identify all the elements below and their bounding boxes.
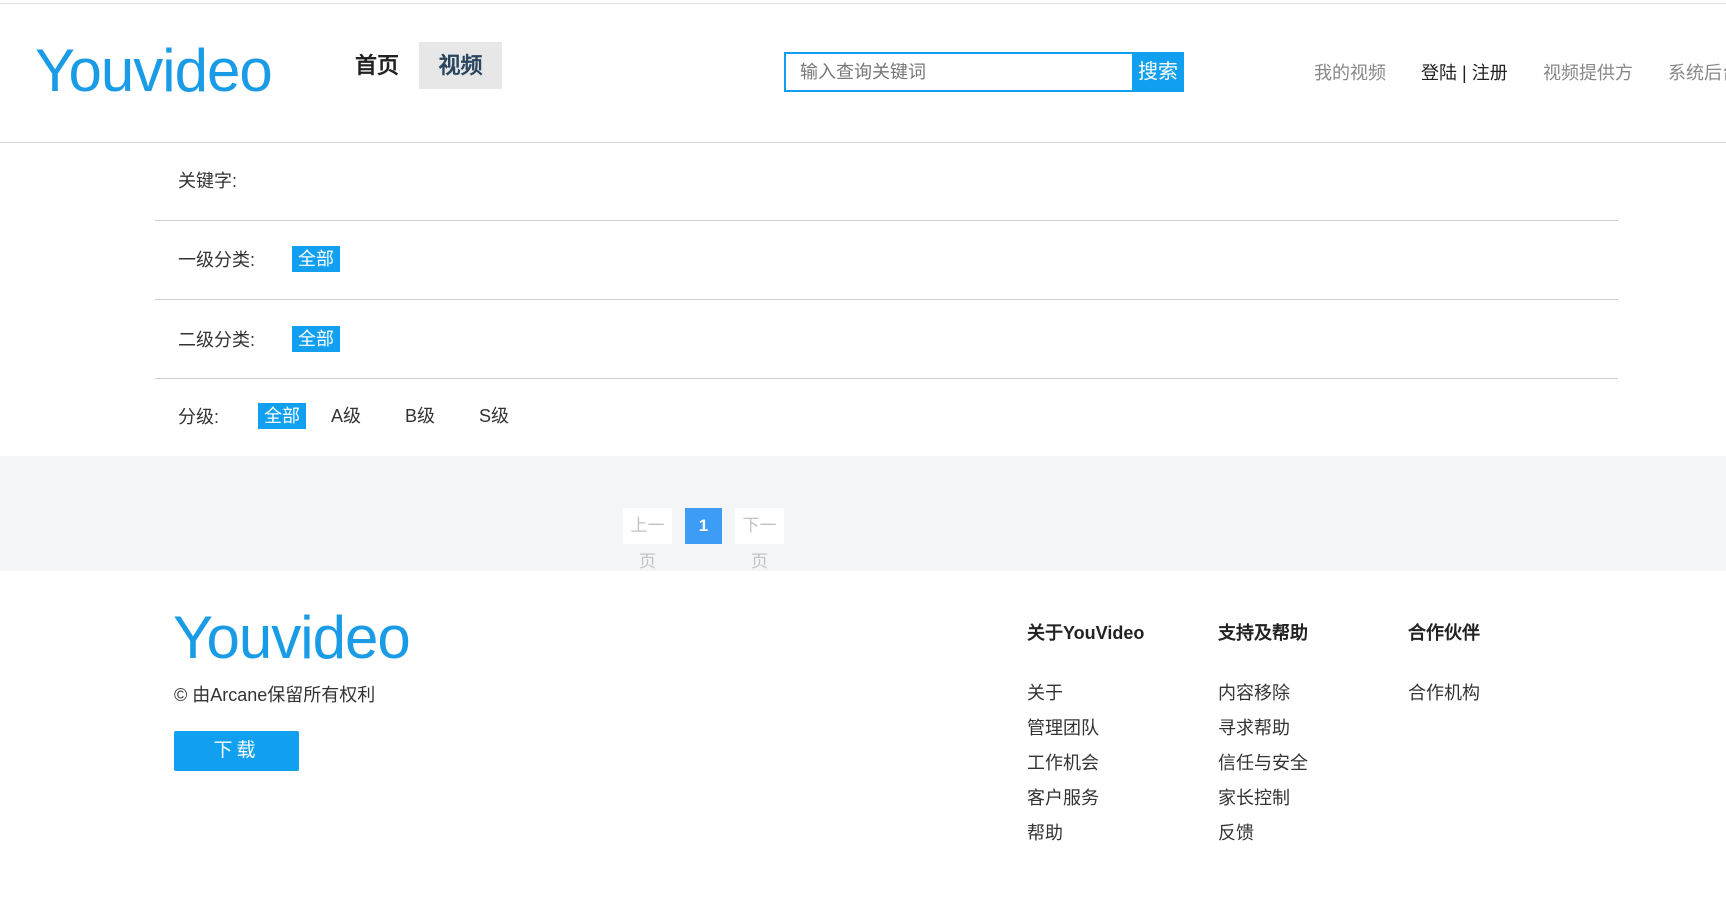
filter-panel: 关键字: 一级分类: 全部 二级分类: 全部 分级: 全部 A级 B级 S级 <box>155 142 1618 461</box>
admin-link[interactable]: 系统后台 <box>1668 62 1726 84</box>
copyright-text: © 由Arcane保留所有权利 <box>174 685 376 705</box>
download-button[interactable]: 下载 <box>174 731 299 771</box>
keyword-label: 关键字: <box>178 171 238 191</box>
footer-logo[interactable]: Youvideo <box>173 603 411 673</box>
site-header: Youvideo 首页 视频 搜索 我的视频 登陆 | 注册 视频提供方 系统后… <box>0 4 1726 143</box>
level1-label: 一级分类: <box>178 250 256 270</box>
auth-links: 登陆 | 注册 <box>1421 62 1508 84</box>
results-area <box>0 456 1726 571</box>
footer-column-support: 支持及帮助 内容移除 寻求帮助 信任与安全 家长控制 反馈 <box>1218 621 1308 851</box>
register-link[interactable]: 注册 <box>1472 63 1508 83</box>
search-bar: 搜索 <box>784 52 1184 92</box>
filter-row-level2: 二级分类: 全部 <box>155 300 1618 379</box>
search-button[interactable]: 搜索 <box>1132 52 1184 92</box>
page-number-current[interactable]: 1 <box>685 508 722 544</box>
nav-home[interactable]: 首页 <box>355 51 399 81</box>
login-link[interactable]: 登陆 <box>1421 63 1457 83</box>
next-page-button[interactable]: 下一页 <box>735 508 784 571</box>
footer-column-partners: 合作伙伴 合作机构 <box>1408 621 1480 711</box>
prev-page-button[interactable]: 上一页 <box>623 508 672 571</box>
footer-column-title: 关于YouVideo <box>1027 623 1145 643</box>
grade-option-b[interactable]: B级 <box>399 403 441 429</box>
level2-label: 二级分类: <box>178 330 256 350</box>
footer-link-jobs[interactable]: 工作机会 <box>1027 746 1144 781</box>
search-input[interactable] <box>786 54 1132 90</box>
auth-separator: | <box>1462 63 1467 83</box>
grade-option-a[interactable]: A级 <box>325 403 367 429</box>
footer-column-about: 关于YouVideo 关于 管理团队 工作机会 客户服务 帮助 <box>1027 621 1144 851</box>
footer-link-about[interactable]: 关于 <box>1027 676 1144 711</box>
grade-label: 分级: <box>178 407 220 427</box>
site-logo[interactable]: Youvideo <box>35 36 273 106</box>
level1-option-all[interactable]: 全部 <box>292 246 340 272</box>
footer-link-team[interactable]: 管理团队 <box>1027 711 1144 746</box>
my-video-link[interactable]: 我的视频 <box>1314 62 1386 84</box>
footer-column-title: 合作伙伴 <box>1408 623 1480 643</box>
level2-option-all[interactable]: 全部 <box>292 326 340 352</box>
footer-link-customer-service[interactable]: 客户服务 <box>1027 781 1144 816</box>
footer-link-feedback[interactable]: 反馈 <box>1218 816 1308 851</box>
grade-option-all[interactable]: 全部 <box>258 403 306 429</box>
footer-link-parental-control[interactable]: 家长控制 <box>1218 781 1308 816</box>
footer-column-title: 支持及帮助 <box>1218 623 1308 643</box>
filter-row-level1: 一级分类: 全部 <box>155 221 1618 300</box>
grade-option-s[interactable]: S级 <box>473 403 515 429</box>
provider-link[interactable]: 视频提供方 <box>1543 62 1633 84</box>
footer-link-trust-safety[interactable]: 信任与安全 <box>1218 746 1308 781</box>
filter-row-grade: 分级: 全部 A级 B级 S级 <box>155 379 1618 461</box>
footer-link-partner-orgs[interactable]: 合作机构 <box>1408 676 1480 711</box>
footer-link-help[interactable]: 帮助 <box>1027 816 1144 851</box>
footer-link-get-help[interactable]: 寻求帮助 <box>1218 711 1308 746</box>
footer-link-content-removal[interactable]: 内容移除 <box>1218 676 1308 711</box>
nav-video[interactable]: 视频 <box>419 42 502 89</box>
filter-row-keyword: 关键字: <box>155 142 1618 221</box>
